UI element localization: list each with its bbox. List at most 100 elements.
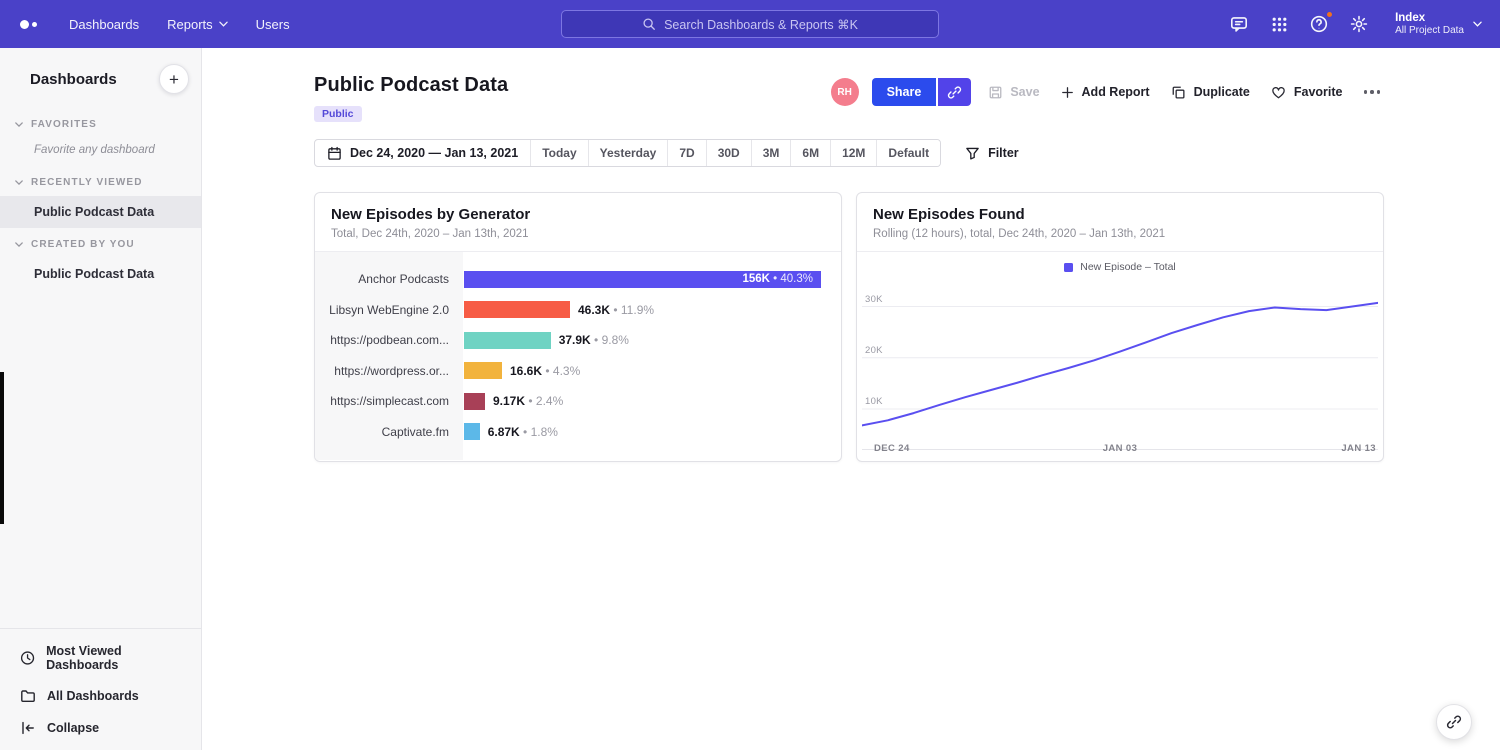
bar-category-label: Libsyn WebEngine 2.0 — [315, 303, 463, 317]
preset-3m[interactable]: 3M — [751, 140, 791, 166]
project-subtitle: All Project Data — [1395, 25, 1464, 38]
sidebar-title: Dashboards — [30, 71, 117, 88]
bar-row: https://wordpress.or... 16.6K • 4.3% — [315, 356, 841, 387]
x-axis: DEC 24 JAN 03 JAN 13 — [862, 443, 1378, 455]
line-chart-title: New Episodes Found — [873, 206, 1367, 223]
favorite-button[interactable]: Favorite — [1267, 79, 1347, 106]
line-chart-subtitle: Rolling (12 hours), total, Dec 24th, 202… — [873, 228, 1367, 240]
most-viewed-label: Most Viewed Dashboards — [46, 644, 189, 672]
apps-grid-icon[interactable] — [1269, 14, 1289, 34]
line-chart: New Episode – Total 30K20K10K DEC 24 JAN… — [857, 252, 1383, 460]
more-options-button[interactable] — [1360, 84, 1385, 100]
notification-badge — [1326, 11, 1333, 18]
global-search-input[interactable]: Search Dashboards & Reports ⌘K — [561, 10, 939, 38]
date-range-picker[interactable]: Dec 24, 2020 — Jan 13, 2021 — [315, 140, 530, 166]
bar-category-label: https://wordpress.or... — [315, 364, 463, 378]
preset-12m[interactable]: 12M — [830, 140, 876, 166]
sidebar: Dashboards + FAVORITES Favorite any dash… — [0, 48, 202, 750]
bar-category-label: Anchor Podcasts — [315, 272, 463, 286]
filter-label: Filter — [988, 146, 1019, 160]
bar-value-label: 9.17K • 2.4% — [493, 394, 563, 408]
chevron-down-icon — [15, 180, 23, 185]
sidebar-item-public-podcast-data-created[interactable]: Public Podcast Data — [0, 258, 201, 290]
section-created-by-you[interactable]: CREATED BY YOU — [0, 228, 201, 258]
nav-users[interactable]: Users — [242, 0, 304, 48]
share-button[interactable]: Share — [872, 78, 937, 106]
section-recently-viewed[interactable]: RECENTLY VIEWED — [0, 166, 201, 196]
save-button[interactable]: Save — [988, 85, 1039, 100]
settings-gear-icon[interactable] — [1349, 14, 1369, 34]
bar-category-label: https://simplecast.com — [315, 394, 463, 408]
preset-yesterday[interactable]: Yesterday — [588, 140, 668, 166]
line-series — [862, 303, 1378, 426]
filter-button[interactable]: Filter — [965, 146, 1019, 161]
support-chat-icon[interactable] — [1229, 14, 1249, 34]
bar-value-label: 16.6K • 4.3% — [510, 364, 580, 378]
preset-today[interactable]: Today — [530, 140, 587, 166]
calendar-icon — [327, 146, 342, 161]
preset-6m[interactable]: 6M — [790, 140, 830, 166]
chart-legend: New Episode – Total — [857, 261, 1383, 273]
preset-30d[interactable]: 30D — [706, 140, 751, 166]
project-name: Index — [1395, 11, 1464, 25]
bar-chart-title: New Episodes by Generator — [331, 206, 825, 223]
chevron-down-icon — [15, 122, 23, 127]
nav-dashboards[interactable]: Dashboards — [55, 0, 153, 48]
section-favorites[interactable]: FAVORITES — [0, 108, 201, 138]
copy-link-fab[interactable] — [1436, 704, 1472, 740]
preset-default[interactable]: Default — [876, 140, 940, 166]
bar-row: https://podbean.com... 37.9K • 9.8% — [315, 325, 841, 356]
nav-reports[interactable]: Reports — [153, 0, 242, 48]
preset-7d[interactable]: 7D — [667, 140, 705, 166]
bar-value-label: 6.87K • 1.8% — [488, 425, 558, 439]
save-icon — [988, 85, 1003, 100]
bar-segment — [464, 301, 570, 318]
y-axis-tick: 20K — [865, 345, 883, 356]
public-badge: Public — [314, 106, 362, 122]
project-selector[interactable]: Index All Project Data — [1393, 7, 1484, 42]
duplicate-button[interactable]: Duplicate — [1167, 79, 1254, 106]
page-title: Public Podcast Data — [314, 74, 508, 97]
chevron-down-icon — [15, 242, 23, 247]
x-axis-tick: JAN 03 — [1103, 443, 1138, 454]
sidebar-item-public-podcast-data[interactable]: Public Podcast Data — [0, 196, 201, 228]
collapse-label: Collapse — [47, 721, 99, 735]
favorites-empty-note: Favorite any dashboard — [0, 138, 201, 166]
date-controls: Dec 24, 2020 — Jan 13, 2021 TodayYesterd… — [314, 139, 1386, 167]
sidebar-footer: Most Viewed Dashboards All Dashboards Co… — [0, 628, 201, 750]
most-viewed-dashboards-button[interactable]: Most Viewed Dashboards — [0, 636, 201, 680]
date-range-label: Dec 24, 2020 — Jan 13, 2021 — [350, 146, 518, 160]
all-dashboards-label: All Dashboards — [47, 689, 139, 703]
plus-icon — [1061, 86, 1074, 99]
section-favorites-label: FAVORITES — [31, 119, 97, 130]
y-axis-tick: 30K — [865, 294, 883, 305]
line-chart-card: New Episodes Found Rolling (12 hours), t… — [856, 192, 1384, 462]
amplitude-logo[interactable] — [20, 20, 37, 29]
chevron-down-icon — [219, 21, 228, 27]
main-content: Public Podcast Data Public RH Share — [202, 48, 1500, 750]
copy-icon — [1171, 85, 1186, 100]
chevron-down-icon — [1473, 21, 1482, 27]
bar-segment — [464, 332, 551, 349]
legend-swatch — [1064, 263, 1073, 272]
all-dashboards-button[interactable]: All Dashboards — [0, 680, 201, 712]
save-label: Save — [1010, 85, 1039, 99]
avatar: RH — [831, 78, 859, 106]
bar-segment: 156K • 40.3% — [464, 271, 821, 288]
bar-category-label: https://podbean.com... — [315, 333, 463, 347]
add-dashboard-button[interactable]: + — [159, 64, 189, 94]
line-plot-area: 30K20K10K — [862, 286, 1378, 450]
bar-row: https://simplecast.com 9.17K • 2.4% — [315, 386, 841, 417]
bar-chart: Anchor Podcasts 156K • 40.3% Libsyn WebEng… — [315, 252, 841, 460]
help-icon[interactable] — [1309, 14, 1329, 34]
search-icon — [642, 17, 656, 31]
share-link-button[interactable] — [938, 78, 971, 106]
bar-row: Captivate.fm6.87K • 1.8% — [315, 417, 841, 448]
collapse-sidebar-button[interactable]: Collapse — [0, 712, 201, 744]
bar-chart-subtitle: Total, Dec 24th, 2020 – Jan 13th, 2021 — [331, 228, 825, 240]
bar-row: Libsyn WebEngine 2.046.3K • 11.9% — [315, 295, 841, 326]
bar-value-label: 156K • 40.3% — [742, 273, 813, 285]
add-report-button[interactable]: Add Report — [1057, 79, 1154, 105]
bar-value-label: 37.9K • 9.8% — [559, 333, 629, 347]
heart-icon — [1271, 85, 1286, 100]
